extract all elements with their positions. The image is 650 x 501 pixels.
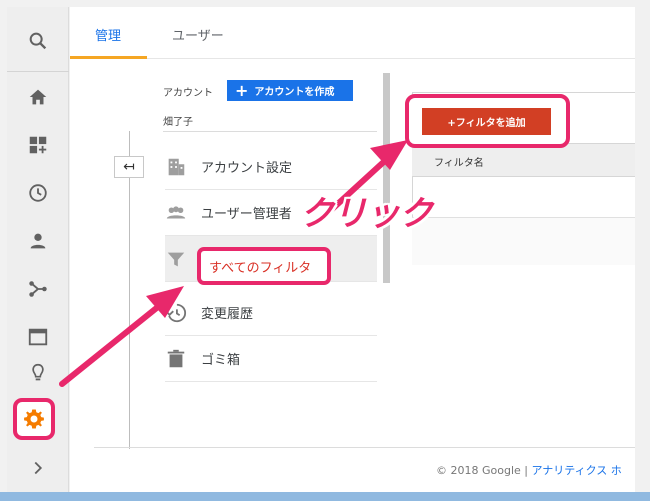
history-icon — [165, 303, 187, 322]
menu-item-label: アカウント設定 — [201, 161, 293, 176]
browser-window-icon — [28, 328, 48, 346]
dashboard-add-icon — [29, 136, 47, 154]
menu-item-trash[interactable]: ゴミ箱 — [165, 336, 377, 382]
filters-table-header: フィルタ名 — [412, 143, 635, 177]
discover-button[interactable] — [7, 349, 69, 397]
all-filters-highlight[interactable]: すべてのフィルタ — [197, 247, 331, 285]
admin-gear-button[interactable] — [13, 398, 55, 440]
acquisition-button[interactable] — [7, 265, 69, 313]
person-icon — [30, 233, 46, 249]
audience-button[interactable] — [7, 217, 69, 265]
menu-item-account-settings[interactable]: アカウント設定 — [165, 144, 377, 190]
footer: © 2018 Google | アナリティクス ホ — [436, 462, 622, 478]
filter-icon — [167, 252, 185, 266]
column-header-filter-name[interactable]: フィルタ名 — [434, 154, 484, 169]
copyright: © 2018 Google — [436, 464, 521, 477]
menu-item-label: ユーザー管理者 — [201, 207, 292, 222]
create-account-label: アカウントを作成 — [254, 87, 335, 98]
realtime-button[interactable] — [7, 169, 69, 217]
search-button[interactable] — [7, 17, 69, 65]
create-account-button[interactable]: + アカウントを作成 — [227, 80, 353, 101]
menu-item-label: ゴミ箱 — [201, 353, 241, 368]
menu-item-label: 変更履歴 — [201, 307, 254, 322]
acquisition-icon — [29, 281, 47, 297]
tab-admin[interactable]: 管理 — [95, 25, 121, 44]
back-button[interactable]: ↤ — [114, 156, 144, 178]
people-icon — [166, 205, 186, 218]
column-scrollbar[interactable] — [383, 73, 390, 283]
building-icon — [168, 158, 185, 175]
tab-users[interactable]: ユーザー — [172, 25, 224, 44]
active-tab-underline — [70, 56, 147, 59]
column-guide-line — [129, 131, 130, 449]
footer-divider — [94, 447, 635, 448]
click-annotation-label: クリック — [300, 194, 433, 234]
admin-tabbar: 管理 ユーザー — [70, 7, 635, 59]
collapse-nav-button[interactable] — [7, 444, 69, 492]
admin-panel: 管理 ユーザー アカウント + アカウントを作成 畑了子 ↤ アカウント設定 ユ… — [70, 7, 635, 492]
gear-icon — [24, 409, 44, 429]
analytics-home-link[interactable]: アナリティクス ホ — [532, 464, 622, 477]
home-button[interactable] — [7, 73, 69, 121]
search-icon — [29, 32, 47, 50]
add-filter-button[interactable]: +フィルタを追加 — [422, 108, 551, 135]
chevron-right-icon — [34, 461, 43, 475]
account-selector[interactable]: 畑了子 — [163, 113, 193, 128]
plus-icon: + — [235, 80, 249, 100]
filters-table-row — [412, 217, 635, 265]
account-column-label: アカウント — [163, 88, 213, 99]
customization-button[interactable] — [7, 121, 69, 169]
screenshot-root: 管理 ユーザー アカウント + アカウントを作成 畑了子 ↤ アカウント設定 ユ… — [0, 0, 650, 501]
divider — [163, 131, 377, 132]
menu-item-change-history[interactable]: 変更履歴 — [165, 290, 377, 336]
menu-item-label: すべてのフィルタ — [209, 260, 312, 276]
bottom-strip — [0, 492, 650, 501]
trash-icon — [167, 349, 185, 367]
lightbulb-icon — [32, 363, 44, 381]
footer-separator: | — [524, 464, 528, 477]
back-arrow-icon: ↤ — [123, 159, 135, 175]
clock-icon — [29, 184, 47, 202]
home-icon — [29, 89, 47, 105]
